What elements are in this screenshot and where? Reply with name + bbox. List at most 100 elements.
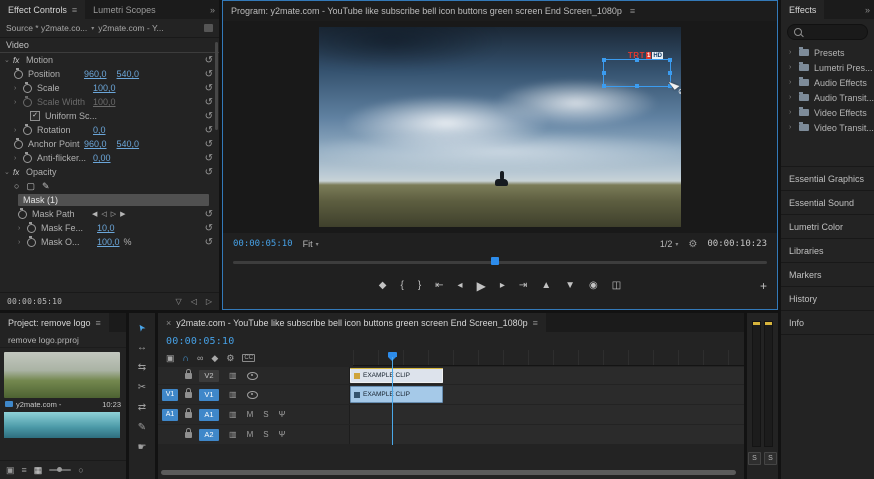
reset-parameter-icon[interactable]: ↺ (205, 111, 213, 122)
project-file-item[interactable]: remove logo.prproj (0, 332, 126, 348)
mark-in-button[interactable]: { (400, 281, 403, 291)
stopwatch-icon[interactable] (23, 123, 32, 135)
chevron-right-icon[interactable]: › (789, 124, 796, 131)
clip-name[interactable]: y2mate.com - (16, 400, 61, 409)
tab-effect-controls[interactable]: Effect Controls ≡ (0, 0, 86, 19)
track-lane-v1[interactable]: EXAMPLE CLIP (349, 385, 744, 404)
track-target-a2[interactable]: A2 (199, 428, 219, 441)
vertical-scrollbar[interactable] (215, 42, 218, 130)
chevron-right-icon[interactable]: › (14, 155, 23, 162)
clip-v1-example[interactable]: EXAMPLE CLIP (350, 386, 443, 403)
mask-1-item[interactable]: Mask (1) (18, 194, 209, 206)
add-marker-button[interactable]: ◆ (379, 281, 387, 291)
fx-badge-icon[interactable]: fx (13, 168, 26, 177)
track-target-v1[interactable]: V1 (199, 388, 219, 401)
timeline-horizontal-scrollbar[interactable] (161, 470, 736, 475)
chevron-right-icon[interactable]: › (789, 79, 796, 86)
mask-feather-value[interactable]: 10,0 (97, 223, 115, 233)
program-scrubber[interactable] (233, 255, 767, 269)
mask-handle[interactable] (602, 71, 606, 75)
stopwatch-icon[interactable] (14, 137, 23, 149)
track-mask-fwd-one-icon[interactable]: ▷ (111, 210, 116, 218)
clip-thumbnail[interactable] (4, 352, 120, 398)
hand-tool-button[interactable]: ☛ (129, 437, 155, 457)
timeline-playhead-line[interactable] (392, 357, 393, 445)
track-mask-back-one-icon[interactable]: ◁ (101, 210, 106, 218)
solo-button[interactable]: S (263, 430, 268, 439)
sync-lock-icon[interactable]: ▥ (229, 390, 237, 399)
mute-button[interactable]: M (247, 410, 254, 419)
tab-project[interactable]: Project: remove logo ≡ (0, 313, 109, 332)
button-editor-button[interactable]: + (760, 279, 767, 293)
program-panel-header[interactable]: Program: y2mate.com - YouTube like subsc… (223, 1, 777, 21)
chevron-right-icon[interactable]: › (789, 94, 796, 101)
icon-view-icon[interactable]: ▦ (34, 465, 43, 476)
current-timecode[interactable]: 00:00:05:10 (7, 297, 62, 306)
reset-parameter-icon[interactable]: ↺ (205, 139, 213, 150)
ripple-edit-tool-button[interactable]: ⇆ (129, 357, 155, 377)
mask-handle[interactable] (635, 84, 639, 88)
chevron-right-icon[interactable]: › (18, 225, 27, 232)
reset-effect-icon[interactable]: ↺ (205, 167, 213, 178)
panel-menu-icon[interactable]: ≡ (630, 6, 635, 16)
chevron-right-icon[interactable]: › (789, 64, 796, 71)
rotation-value[interactable]: 0,0 (93, 125, 106, 135)
effects-tree-item-video-effects[interactable]: › Video Effects (781, 105, 874, 120)
captions-icon[interactable]: CC (242, 354, 256, 362)
mask-handle[interactable] (602, 58, 606, 62)
fit-dropdown[interactable]: Fit ▾ (303, 239, 319, 249)
track-lane-a2[interactable] (349, 425, 744, 444)
extract-button[interactable]: ▼ (565, 281, 575, 291)
track-lock-icon[interactable] (185, 368, 192, 379)
track-select-tool-button[interactable]: ↔ (129, 337, 155, 357)
voiceover-mic-icon[interactable]: Ψ (279, 410, 286, 419)
mask-handle[interactable] (668, 58, 672, 62)
timeline-settings-wrench-icon[interactable]: ⚙ (226, 353, 234, 364)
mask-opacity-value[interactable]: 100,0 (97, 237, 120, 247)
program-current-timecode[interactable]: 00:00:05:10 (233, 239, 293, 249)
go-to-out-button[interactable]: ⇥ (519, 281, 527, 291)
sync-lock-icon[interactable]: ▥ (229, 371, 237, 380)
filter-properties-icon[interactable]: ▽ (176, 297, 182, 306)
close-icon[interactable]: × (166, 318, 171, 328)
track-lock-icon[interactable] (185, 387, 192, 398)
effects-tree-item-video-transitions[interactable]: › Video Transit... (781, 120, 874, 135)
reset-parameter-icon[interactable]: ↺ (205, 69, 213, 80)
scrubber-track[interactable] (233, 261, 767, 264)
chevron-right-icon[interactable]: › (14, 127, 23, 134)
reset-effect-icon[interactable]: ↺ (205, 55, 213, 66)
panel-header-libraries[interactable]: Libraries (781, 238, 874, 262)
list-view-icon[interactable]: ≡ (22, 465, 27, 475)
track-output-icon[interactable] (246, 390, 258, 399)
panel-header-essential-sound[interactable]: Essential Sound (781, 190, 874, 214)
chevron-down-icon[interactable]: ▾ (91, 25, 94, 32)
mask-handle[interactable] (602, 84, 606, 88)
razor-tool-button[interactable]: ✂ (129, 377, 155, 397)
anchor-y-value[interactable]: 540,0 (117, 139, 140, 149)
sort-icons-icon[interactable]: ○ (78, 465, 83, 475)
effects-tree-item-presets[interactable]: › Presets (781, 45, 874, 60)
settings-wrench-icon[interactable]: ⚙ (688, 239, 697, 250)
track-lane-v2[interactable]: EXAMPLE CLIP (349, 367, 744, 384)
panel-header-info[interactable]: Info (781, 310, 874, 335)
source-assign-v1[interactable]: V1 (162, 388, 178, 401)
mute-button[interactable]: M (247, 430, 254, 439)
sequence-clip-label[interactable]: y2mate.com - Y... (98, 23, 163, 33)
add-marker-icon[interactable]: ◆ (211, 353, 218, 364)
play-button[interactable]: ▶ (477, 280, 486, 292)
lift-button[interactable]: ▲ (541, 281, 551, 291)
anti-flicker-value[interactable]: 0,00 (93, 153, 111, 163)
step-forward-button[interactable]: ▸ (500, 281, 505, 291)
track-target-a1[interactable]: A1 (199, 408, 219, 421)
tab-sequence[interactable]: × y2mate.com - YouTube like subscribe be… (158, 313, 546, 332)
scale-value[interactable]: 100,0 (93, 83, 116, 93)
comparison-view-button[interactable]: ◫ (612, 281, 621, 291)
previous-keyframe-icon[interactable]: ◁ (191, 297, 197, 306)
chevron-right-icon[interactable]: › (14, 85, 23, 92)
project-readonly-icon[interactable]: ▣ (6, 465, 15, 476)
solo-button[interactable]: S (263, 410, 268, 419)
resolution-dropdown[interactable]: 1/2 ▾ (660, 239, 679, 249)
track-mask-backward-icon[interactable]: ◀ (92, 210, 97, 218)
export-frame-button[interactable]: ◉ (589, 281, 598, 291)
clip-v2-example[interactable]: EXAMPLE CLIP (350, 368, 443, 383)
